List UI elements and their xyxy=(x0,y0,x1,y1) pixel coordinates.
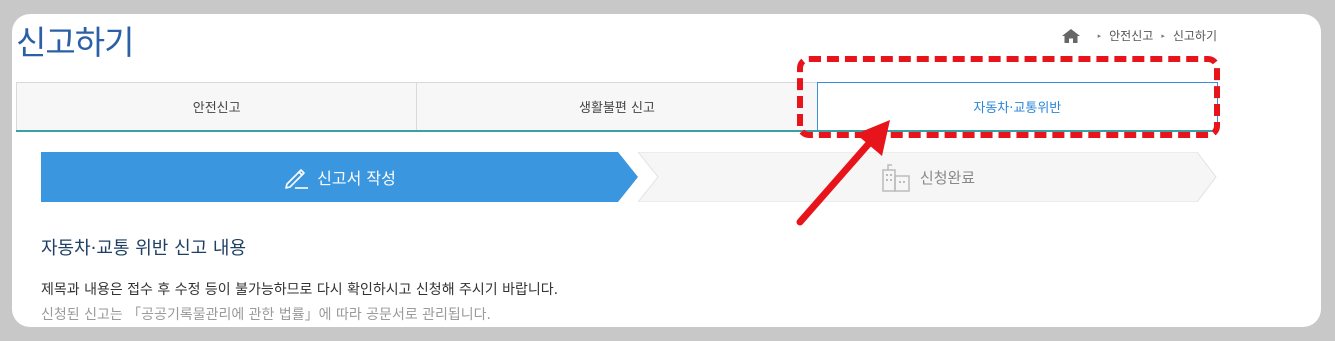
tab-living-inconvenience[interactable]: 생활불편 신고 xyxy=(416,82,818,130)
step-write-report: 신고서 작성 xyxy=(41,152,638,202)
breadcrumb-separator-icon: ▸ xyxy=(1161,31,1165,40)
notice-text: 제목과 내용은 접수 후 수정 등이 불가능하므로 다시 확인하시고 신청해 주… xyxy=(41,282,559,298)
home-icon[interactable] xyxy=(1061,28,1080,43)
step-complete-label: 신청완료 xyxy=(919,168,976,187)
breadcrumb-separator-icon: ▸ xyxy=(1097,31,1102,40)
tab-safety-report[interactable]: 안전신고 xyxy=(16,82,418,130)
step-complete: 신청완료 xyxy=(638,152,1217,202)
breadcrumb-item-report: 신고하기 xyxy=(1172,29,1217,43)
breadcrumb-item-safety-report[interactable]: 안전신고 xyxy=(1109,27,1153,44)
pencil-icon xyxy=(285,169,309,189)
progress-steps: 신고서 작성 신청완료 xyxy=(41,152,1217,202)
step-write-label: 신고서 작성 xyxy=(317,169,396,188)
page-title: 신고하기 xyxy=(16,23,134,62)
annotation-arrow-icon xyxy=(796,120,890,226)
breadcrumb: ▸ 안전신고 ▸ 신고하기 xyxy=(1061,27,1217,44)
section-title: 자동차·교통 위반 신고 내용 xyxy=(41,238,247,259)
records-notice-text: 신청된 신고는 「공공기록물관리에 관한 법률」에 따라 공문서로 관리됩니다. xyxy=(41,307,491,323)
